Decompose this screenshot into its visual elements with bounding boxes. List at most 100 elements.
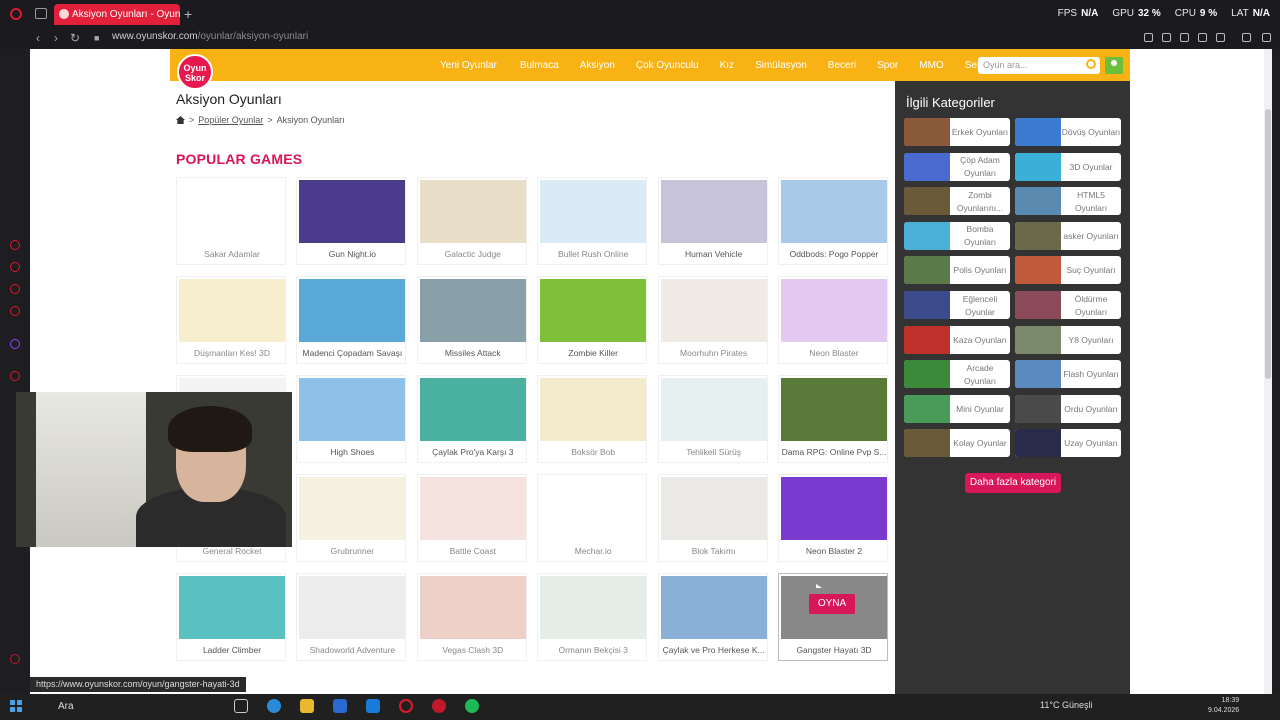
sidebar-mail-icon[interactable] [10,306,20,316]
game-thumbnail[interactable] [299,378,406,441]
category-thumbnail[interactable] [904,429,950,458]
back-icon[interactable]: ‹ [36,31,40,45]
category-thumbnail[interactable] [1015,394,1061,423]
game-title[interactable]: Ormanın Bekçisi 3 [538,645,648,655]
game-card[interactable]: Bullet Rush Online [537,177,648,265]
game-card[interactable]: OYNA Gangster Hayatı 3D [778,573,888,661]
game-title[interactable]: Neon Blaster 2 [779,546,889,556]
category-item[interactable]: Kolay Oyunlar [904,429,1010,458]
category-thumbnail[interactable] [1015,187,1061,216]
category-label[interactable]: Suç Oyunları [1061,256,1121,284]
category-label[interactable]: Ordu Oyunları [1061,395,1121,423]
reload-icon[interactable]: ↻ [70,31,80,45]
category-label[interactable]: Bomba Oyunları [950,222,1010,250]
game-thumbnail[interactable] [299,576,406,639]
game-thumbnail[interactable] [419,279,526,342]
menu-aksiyon[interactable]: Aksiyon [580,60,615,71]
category-item[interactable]: Bomba Oyunları [904,221,1010,250]
game-thumbnail[interactable] [660,477,767,540]
category-item[interactable]: 3D Oyunlar [1015,152,1121,181]
game-card[interactable]: Human Vehicle [657,177,768,265]
game-thumbnail[interactable] [540,477,647,540]
game-title[interactable]: Missiles Attack [418,348,528,358]
game-thumbnail[interactable] [299,477,406,540]
sidebar-bag-icon[interactable] [10,262,20,272]
opera-logo-icon[interactable] [10,8,22,20]
home-icon[interactable] [176,116,185,124]
game-title[interactable]: Bullet Rush Online [538,249,648,259]
game-thumbnail[interactable] [419,477,526,540]
clock[interactable]: 18:39 9.04.2026 [1208,696,1239,716]
category-thumbnail[interactable] [1015,118,1061,146]
category-item[interactable]: Flash Oyunları [1015,360,1121,389]
game-card[interactable]: Ormanın Bekçisi 3 [537,573,648,661]
category-label[interactable]: Eğlenceli Oyunlar [950,291,1010,319]
game-title[interactable]: Moorhuhn Pirates [659,348,769,358]
game-title[interactable]: Oddbods: Pogo Popper [779,249,889,259]
category-thumbnail[interactable] [1015,429,1061,458]
game-thumbnail[interactable] [419,576,526,639]
category-thumbnail[interactable] [904,118,950,146]
category-item[interactable]: Öldürme Oyunları [1015,291,1121,319]
bookmark-icon[interactable] [1144,33,1153,42]
game-thumbnail[interactable] [179,279,285,342]
category-item[interactable]: HTML5 Oyunları [1015,187,1121,216]
game-card[interactable]: Çaylak ve Pro Herkese K... [657,573,768,661]
category-label[interactable]: Dövüş Oyunları [1061,118,1121,146]
game-thumbnail[interactable] [660,279,767,342]
game-thumbnail[interactable] [781,279,887,342]
store-icon[interactable] [333,699,347,713]
game-card[interactable]: Oddbods: Pogo Popper [778,177,888,265]
game-card[interactable]: Çaylak Pro'ya Karşı 3 [416,375,527,463]
game-title[interactable]: Mechar.io [538,546,648,556]
category-thumbnail[interactable] [904,291,950,319]
category-thumbnail[interactable] [1015,221,1061,250]
sidebar-twitch-icon[interactable] [10,339,20,349]
game-title[interactable]: Sakar Adamlar [177,249,287,259]
new-tab-icon[interactable]: + [184,6,192,22]
game-card[interactable]: Zombie Killer [537,276,648,364]
game-card[interactable]: Neon Blaster 2 [778,474,888,562]
game-title[interactable]: Boksör Bob [538,447,648,457]
game-thumbnail[interactable] [781,477,887,540]
sidebar-play-icon[interactable] [10,371,20,381]
address-bar[interactable]: www.oyunskor.com/oyunlar/aksiyon-oyunlar… [112,31,308,42]
menu-icon[interactable] [1262,33,1271,42]
category-item[interactable]: Polis Oyunları [904,256,1010,285]
game-title[interactable]: Battle Coast [418,546,528,556]
game-thumbnail[interactable] [179,180,285,243]
game-thumbnail[interactable] [540,576,647,639]
game-card[interactable]: Gun Night.io [296,177,407,265]
game-title[interactable]: High Shoes [297,447,407,457]
category-label[interactable]: Polis Oyunları [950,256,1010,284]
game-thumbnail[interactable] [179,576,285,639]
category-thumbnail[interactable] [1015,152,1061,181]
game-card[interactable]: Battle Coast [416,474,528,562]
sidebar-gx-icon[interactable] [10,654,20,664]
game-thumbnail[interactable] [419,180,526,243]
game-thumbnail[interactable] [781,180,887,243]
game-card[interactable]: Düşmanları Kes! 3D [176,276,286,364]
search-input[interactable]: Oyun ara... [978,57,1100,74]
game-card[interactable]: Tehlikeli Sürüş [657,375,768,463]
category-label[interactable]: Kaza Oyunları [950,326,1010,354]
category-item[interactable]: Arcade Oyunları [904,360,1010,389]
explorer-icon[interactable] [300,699,314,713]
category-thumbnail[interactable] [904,325,950,354]
category-label[interactable]: Öldürme Oyunları [1061,291,1121,319]
category-thumbnail[interactable] [904,187,950,216]
category-item[interactable]: Zombi Oyunlarını... [904,187,1010,216]
task-view-icon[interactable] [234,699,248,713]
game-card[interactable]: Shadoworld Adventure [296,573,407,661]
game-card[interactable]: Moorhuhn Pirates [657,276,769,364]
game-card[interactable]: Blok Takımı [657,474,768,562]
sidebar-history-icon[interactable] [10,240,20,250]
category-label[interactable]: Y8 Oyunları [1061,326,1121,354]
category-item[interactable]: Erkek Oyunları [904,118,1010,146]
profile-icon[interactable] [1242,33,1251,42]
game-thumbnail[interactable] [660,576,767,639]
menu-mmo[interactable]: MMO [919,60,943,71]
game-title[interactable]: Ladder Climber [177,645,287,655]
heart-icon[interactable] [1216,33,1225,42]
game-title[interactable]: Düşmanları Kes! 3D [177,348,287,358]
